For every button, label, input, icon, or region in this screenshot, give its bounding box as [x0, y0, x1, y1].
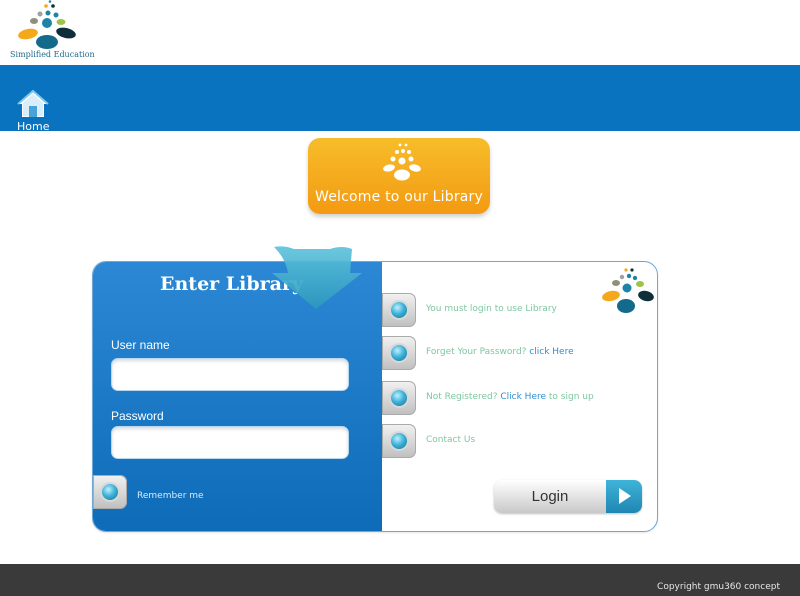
copyright-text: Copyright gmu360 concept — [657, 582, 780, 592]
nav-home-label: Home — [17, 120, 50, 133]
contact-us-link[interactable]: Contact Us — [426, 435, 475, 445]
info-item-text: Forget Your Password? click Here — [426, 347, 574, 357]
info-item-contact-us[interactable]: Contact Us — [382, 424, 652, 458]
bullet-radio-icon — [382, 424, 416, 458]
username-label: User name — [111, 338, 170, 352]
nav-home-link[interactable]: Home — [15, 89, 55, 133]
brand-logo[interactable]: Simplified Education — [8, 0, 100, 62]
login-card: Enter Library User name Password Remembe… — [92, 261, 658, 532]
brand-name: Simplified Education — [10, 50, 95, 59]
play-arrow-icon — [619, 488, 631, 504]
home-icon — [17, 89, 49, 117]
register-text: Not Registered? — [426, 392, 501, 402]
remember-me-label: Remember me — [137, 491, 204, 501]
welcome-bubble: Welcome to our Library — [308, 138, 490, 214]
logo-dots-icon — [383, 143, 421, 181]
info-item-text: Not Registered? Click Here to sign up — [426, 392, 594, 402]
remember-me-radio-icon[interactable] — [93, 475, 127, 509]
nav-bar: Home — [0, 65, 800, 133]
footer: Copyright gmu360 concept — [0, 564, 800, 596]
header: Simplified Education — [0, 0, 800, 65]
welcome-text: Welcome to our Library — [315, 189, 483, 205]
info-item-text: You must login to use Library — [426, 304, 557, 314]
bullet-radio-icon — [382, 293, 416, 327]
down-arrow-icon — [272, 246, 362, 309]
forgot-password-link[interactable]: click Here — [529, 347, 573, 357]
info-item-forgot-password[interactable]: Forget Your Password? click Here — [382, 336, 652, 370]
info-item-register[interactable]: Not Registered? Click Here to sign up — [382, 381, 652, 415]
username-input[interactable] — [111, 358, 349, 391]
bullet-radio-icon — [382, 381, 416, 415]
password-label: Password — [111, 409, 164, 423]
logo-dots-icon — [602, 268, 654, 313]
login-button[interactable]: Login — [494, 480, 642, 513]
login-arrow — [606, 480, 642, 513]
page: Simplified Education Home Welcome to our… — [0, 0, 800, 596]
logo-dots-icon — [18, 0, 76, 49]
register-suffix-text: to sign up — [546, 392, 594, 402]
register-link[interactable]: Click Here — [500, 392, 546, 402]
remember-me-option[interactable]: Remember me — [93, 475, 233, 511]
bullet-radio-icon — [382, 336, 416, 370]
password-input[interactable] — [111, 426, 349, 459]
forgot-password-text: Forget Your Password? — [426, 347, 530, 357]
login-button-label: Login — [531, 488, 569, 505]
